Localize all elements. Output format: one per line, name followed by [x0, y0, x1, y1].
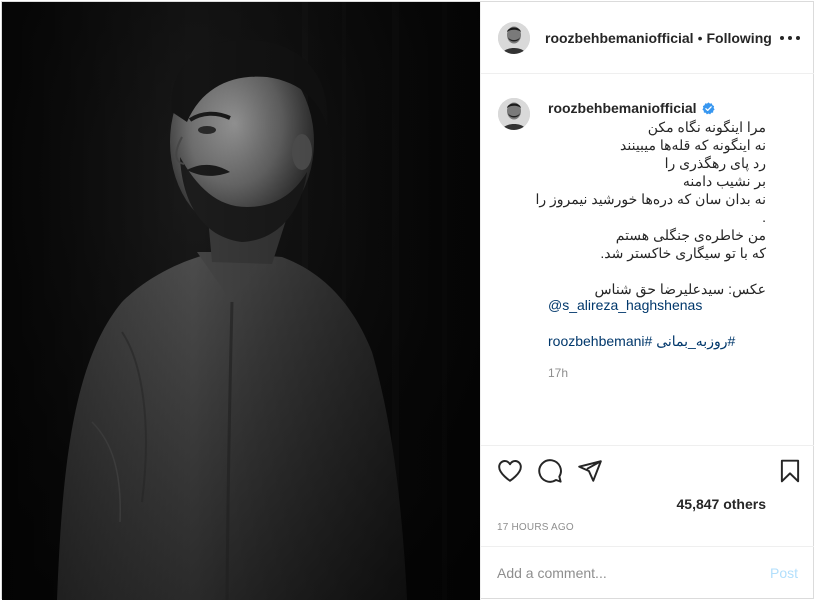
more-dot: [780, 36, 784, 40]
verified-badge-icon: [701, 101, 715, 114]
separator-dot: •: [697, 30, 703, 46]
likes-count[interactable]: 45,847 others: [677, 496, 767, 512]
caption-line: نه بدان سان که دره‌ها خورشید نیمروز را: [535, 191, 766, 207]
caption-username: roozbehbemaniofficial: [548, 100, 715, 116]
caption-line: نه اینگونه که قله‌ها میبینند: [620, 137, 766, 153]
instagram-post-dialog: roozbehbemaniofficial • Following roozbeh: [1, 1, 814, 600]
following-button[interactable]: Following: [706, 30, 771, 46]
post-header: roozbehbemaniofficial • Following: [481, 2, 814, 74]
more-dot: [796, 36, 800, 40]
caption-text: مرا اینگونه نگاه مکن نه اینگونه که قله‌ه…: [506, 118, 766, 298]
post-side-panel: roozbehbemaniofficial • Following roozbeh: [480, 2, 814, 600]
caption-line: .: [762, 209, 766, 225]
avatar-image: [498, 22, 530, 54]
caption-line: من خاطره‌ی جنگلی هستم: [615, 227, 766, 243]
caption-line: [506, 262, 766, 280]
action-bar: [481, 446, 814, 496]
photographer-mention-link[interactable]: @s_alireza_haghshenas: [548, 297, 702, 313]
caption-line: که با تو سیگاری خاکستر شد.: [600, 245, 766, 261]
caption-line: عکس: سیدعلیرضا حق شناس: [594, 281, 766, 297]
post-comment-button[interactable]: Post: [770, 565, 798, 581]
caption-section: roozbehbemaniofficial مرا اینگونه نگاه م…: [481, 74, 814, 446]
caption-line: بر نشیب دامنه: [682, 173, 766, 189]
caption-line: رد پای رهگذری را: [664, 155, 766, 171]
comment-bar: Post: [481, 546, 814, 600]
portrait-photo-image: [2, 2, 480, 600]
caption-line: مرا اینگونه نگاه مکن: [647, 119, 766, 135]
hashtag-links[interactable]: #روزبه_بمانی #roozbehbemani: [548, 333, 735, 350]
caption-username-link[interactable]: roozbehbemaniofficial: [548, 100, 697, 116]
more-options-icon[interactable]: [780, 30, 800, 46]
header-username[interactable]: roozbehbemaniofficial: [545, 30, 694, 46]
caption-timestamp: 17h: [548, 366, 569, 380]
comment-input[interactable]: [497, 561, 747, 585]
comment-icon[interactable]: [537, 458, 563, 484]
heart-icon[interactable]: [497, 458, 523, 484]
bookmark-icon[interactable]: [777, 458, 803, 484]
post-photo[interactable]: [2, 2, 480, 600]
more-dot: [788, 36, 792, 40]
share-icon[interactable]: [577, 458, 603, 484]
avatar[interactable]: [498, 22, 530, 54]
header-meta: roozbehbemaniofficial • Following: [545, 30, 772, 46]
post-time-ago: 17 HOURS AGO: [497, 522, 574, 533]
